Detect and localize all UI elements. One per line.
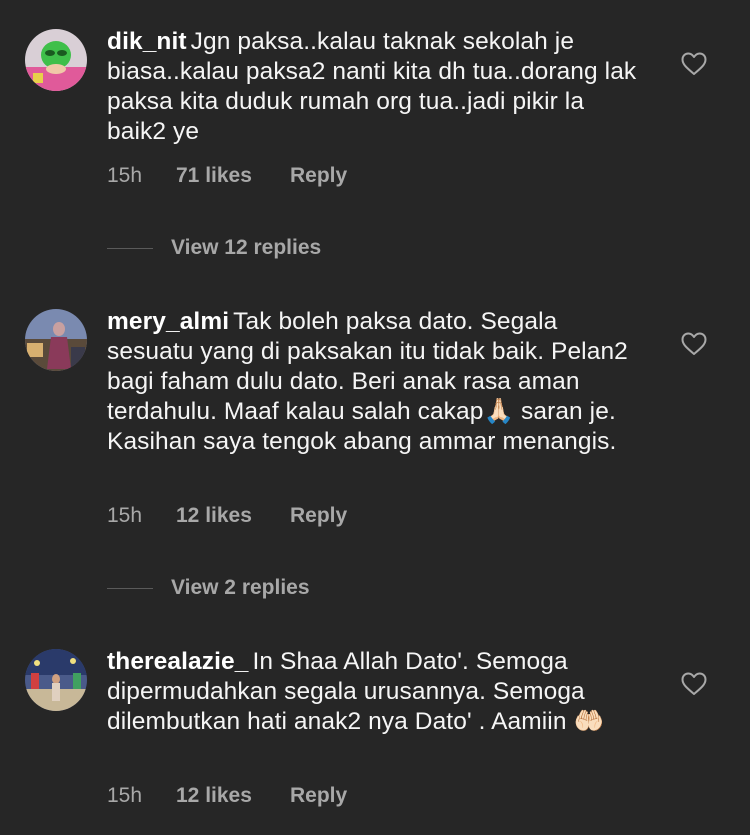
- like-button[interactable]: [681, 672, 707, 696]
- comment-text-block: dik_nit Jgn paksa..kalau taknak sekolah j…: [107, 27, 647, 147]
- comment-time: 15h: [107, 164, 143, 187]
- replies-divider: [107, 247, 153, 249]
- comment-text-block: mery_almi Tak boleh paksa dato. Segala se…: [107, 307, 647, 457]
- comment-username[interactable]: mery_almi: [107, 308, 229, 335]
- reply-button[interactable]: Reply: [290, 784, 347, 808]
- comment-username[interactable]: therealazie_: [107, 648, 248, 675]
- view-replies-label: View 2 replies: [171, 576, 310, 599]
- replies-divider: [107, 587, 153, 589]
- heart-outline-icon: [681, 332, 707, 355]
- comment-time: 15h: [107, 504, 143, 527]
- heart-outline-icon: [681, 672, 707, 695]
- comment-text-block: therealazie_ In Shaa Allah Dato'. Semoga …: [107, 647, 647, 737]
- comment-meta: 15h 71 likes Reply: [107, 164, 347, 188]
- comment-text: Jgn paksa..kalau taknak sekolah je biasa…: [107, 28, 644, 145]
- comment-likes[interactable]: 12 likes: [176, 504, 290, 528]
- comment-meta: 15h 12 likes Reply: [107, 784, 347, 808]
- avatar[interactable]: [25, 649, 87, 711]
- comment-time: 15h: [107, 784, 143, 807]
- view-replies-label: View 12 replies: [171, 236, 322, 259]
- avatar[interactable]: [25, 309, 87, 371]
- comment-likes[interactable]: 12 likes: [176, 784, 290, 808]
- comment-username[interactable]: dik_nit: [107, 28, 187, 55]
- comment-meta: 15h 12 likes Reply: [107, 504, 347, 528]
- view-replies-button[interactable]: View 2 replies: [107, 576, 310, 600]
- comment-likes[interactable]: 71 likes: [176, 164, 290, 188]
- avatar[interactable]: [25, 29, 87, 91]
- reply-button[interactable]: Reply: [290, 164, 347, 188]
- like-button[interactable]: [681, 52, 707, 76]
- reply-button[interactable]: Reply: [290, 504, 347, 528]
- view-replies-button[interactable]: View 12 replies: [107, 236, 321, 260]
- heart-outline-icon: [681, 52, 707, 75]
- like-button[interactable]: [681, 332, 707, 356]
